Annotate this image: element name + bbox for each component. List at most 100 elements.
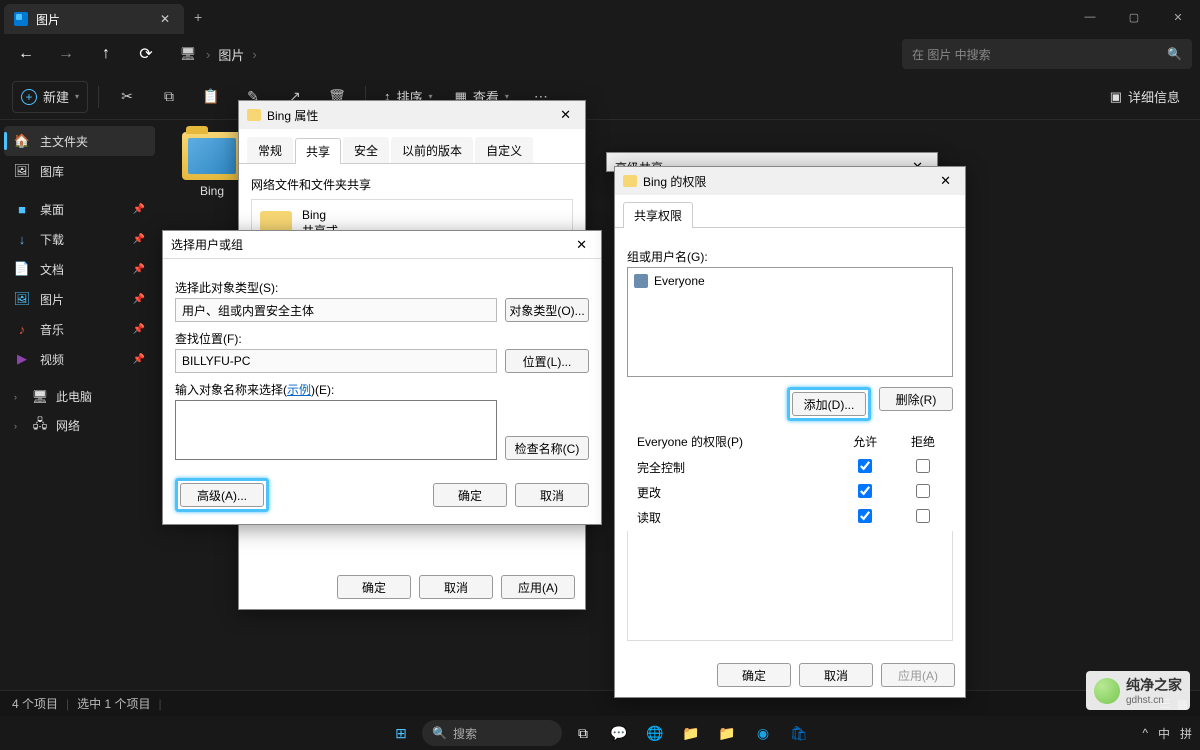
sidebar-videos[interactable]: ▶视频📌 <box>4 344 155 374</box>
picture-icon: 🖼 <box>14 291 30 307</box>
task-view-icon[interactable]: ⧉ <box>568 718 598 748</box>
permission-label: 读取 <box>629 506 835 529</box>
taskbar-edge[interactable]: ◉ <box>748 718 778 748</box>
copy-icon[interactable]: ⧉ <box>151 81 187 113</box>
plus-icon: + <box>21 89 37 105</box>
titlebar: 图片 ✕ + — ▢ ✕ <box>0 0 1200 34</box>
taskbar-explorer[interactable]: 📁 <box>676 718 706 748</box>
remove-button[interactable]: 删除(R) <box>879 387 953 411</box>
new-button[interactable]: + 新建 ▾ <box>12 81 88 113</box>
search-input[interactable]: 在 图片 中搜索 🔍 <box>902 39 1192 69</box>
pin-icon: 📌 <box>133 324 145 335</box>
sidebar-documents[interactable]: 📄文档📌 <box>4 254 155 284</box>
paste-icon[interactable]: 📋 <box>193 81 229 113</box>
object-type-field: 用户、组或内置安全主体 <box>175 298 497 322</box>
sidebar-gallery[interactable]: 🖼图库 <box>4 156 155 186</box>
watermark-logo-icon <box>1094 678 1120 704</box>
up-button[interactable]: ↑ <box>88 38 124 70</box>
ok-button[interactable]: 确定 <box>337 575 411 599</box>
refresh-button[interactable]: ⟳ <box>128 38 164 70</box>
permissions-table: Everyone 的权限(P) 允许 拒绝 完全控制 更改 读取 <box>627 427 953 531</box>
sidebar-music[interactable]: ♪音乐📌 <box>4 314 155 344</box>
ime-mode[interactable]: 拼 <box>1180 725 1192 742</box>
sidebar-desktop[interactable]: ■桌面📌 <box>4 194 155 224</box>
permission-label: 更改 <box>629 481 835 504</box>
details-button[interactable]: ▣ 详细信息 <box>1102 81 1188 113</box>
tab-general[interactable]: 常规 <box>247 137 293 163</box>
deny-checkbox[interactable] <box>916 459 930 473</box>
tab-previous[interactable]: 以前的版本 <box>391 137 473 163</box>
deny-checkbox[interactable] <box>916 484 930 498</box>
taskbar-app[interactable]: 💬 <box>604 718 634 748</box>
sidebar-thispc[interactable]: ›🖥此电脑 <box>4 382 155 411</box>
example-link[interactable]: 示例 <box>287 383 311 397</box>
apply-button[interactable]: 应用(A) <box>501 575 575 599</box>
location-label: 查找位置(F): <box>175 330 497 347</box>
close-window-button[interactable]: ✕ <box>1156 0 1200 34</box>
window-tab[interactable]: 图片 ✕ <box>4 4 184 34</box>
tab-sharing[interactable]: 共享 <box>295 138 341 164</box>
taskbar-explorer[interactable]: 📁 <box>712 718 742 748</box>
tab-security[interactable]: 安全 <box>343 137 389 163</box>
sidebar-home[interactable]: 🏠主文件夹 <box>4 126 155 156</box>
permission-row: 读取 <box>629 506 951 529</box>
back-button[interactable]: ← <box>8 38 44 70</box>
ok-button[interactable]: 确定 <box>717 663 791 687</box>
check-names-button[interactable]: 检查名称(C) <box>505 436 589 460</box>
pc-icon: 🖥 <box>32 389 48 405</box>
pictures-app-icon <box>14 12 28 26</box>
search-placeholder: 在 图片 中搜索 <box>912 46 991 63</box>
taskbar-search[interactable]: 🔍搜索 <box>422 720 562 746</box>
apply-button[interactable]: 应用(A) <box>881 663 955 687</box>
allow-checkbox[interactable] <box>858 459 872 473</box>
breadcrumb[interactable]: 🖥 › 图片 › <box>168 44 267 64</box>
allow-checkbox[interactable] <box>858 484 872 498</box>
start-button[interactable]: ⊞ <box>386 718 416 748</box>
allow-checkbox[interactable] <box>858 509 872 523</box>
users-listbox[interactable]: Everyone <box>627 267 953 377</box>
taskbar-app[interactable]: 🌐 <box>640 718 670 748</box>
close-icon[interactable]: ✕ <box>554 105 577 125</box>
location-button[interactable]: 位置(L)... <box>505 349 589 373</box>
forward-button[interactable]: → <box>48 38 84 70</box>
dialog-titlebar[interactable]: Bing 的权限 ✕ <box>615 167 965 195</box>
cancel-button[interactable]: 取消 <box>799 663 873 687</box>
sidebar-pictures[interactable]: 🖼图片📌 <box>4 284 155 314</box>
dialog-titlebar[interactable]: 选择用户或组 ✕ <box>163 231 601 259</box>
sidebar-network[interactable]: ›🖧网络 <box>4 411 155 440</box>
chevron-right-icon: › <box>14 392 24 402</box>
permission-label: 完全控制 <box>629 456 835 479</box>
close-icon[interactable]: ✕ <box>934 171 957 191</box>
sidebar-downloads[interactable]: ↓下载📌 <box>4 224 155 254</box>
advanced-button[interactable]: 高级(A)... <box>180 483 264 507</box>
dialog-titlebar[interactable]: Bing 属性 ✕ <box>239 101 585 129</box>
tab-share-permissions[interactable]: 共享权限 <box>623 202 693 228</box>
object-names-input[interactable] <box>175 400 497 460</box>
new-tab-button[interactable]: + <box>184 9 212 25</box>
object-types-button[interactable]: 对象类型(O)... <box>505 298 589 322</box>
selected-count: 选中 1 个项目 <box>77 695 150 712</box>
select-user-dialog: 选择用户或组 ✕ 选择此对象类型(S): 用户、组或内置安全主体 对象类型(O)… <box>162 230 602 525</box>
tab-close-icon[interactable]: ✕ <box>156 10 174 28</box>
watermark: 纯净之家 gdhst.cn <box>1086 671 1190 710</box>
network-icon: 🖧 <box>32 418 48 434</box>
taskbar-store[interactable]: 🛍 <box>784 718 814 748</box>
folder-label: Bing <box>200 184 224 198</box>
cancel-button[interactable]: 取消 <box>515 483 589 507</box>
close-icon[interactable]: ✕ <box>570 235 593 255</box>
list-item-everyone[interactable]: Everyone <box>632 272 948 290</box>
maximize-button[interactable]: ▢ <box>1112 0 1156 34</box>
taskbar: ⊞ 🔍搜索 ⧉ 💬 🌐 📁 📁 ◉ 🛍 ^ 中 拼 <box>0 716 1200 750</box>
add-button[interactable]: 添加(D)... <box>792 392 866 416</box>
cut-icon[interactable]: ✂ <box>109 81 145 113</box>
tab-custom[interactable]: 自定义 <box>475 137 533 163</box>
tray-chevron-icon[interactable]: ^ <box>1142 726 1148 740</box>
toolbar: + 新建 ▾ ✂ ⧉ 📋 ✎ ↗ 🗑 ↕ 排序 ▾ ▦ 查看 ▾ ⋯ ▣ 详细信… <box>0 74 1200 120</box>
permission-row: 完全控制 <box>629 456 951 479</box>
breadcrumb-item[interactable]: 图片 <box>218 45 244 64</box>
ok-button[interactable]: 确定 <box>433 483 507 507</box>
minimize-button[interactable]: — <box>1068 0 1112 34</box>
ime-indicator[interactable]: 中 <box>1158 725 1170 742</box>
cancel-button[interactable]: 取消 <box>419 575 493 599</box>
deny-checkbox[interactable] <box>916 509 930 523</box>
